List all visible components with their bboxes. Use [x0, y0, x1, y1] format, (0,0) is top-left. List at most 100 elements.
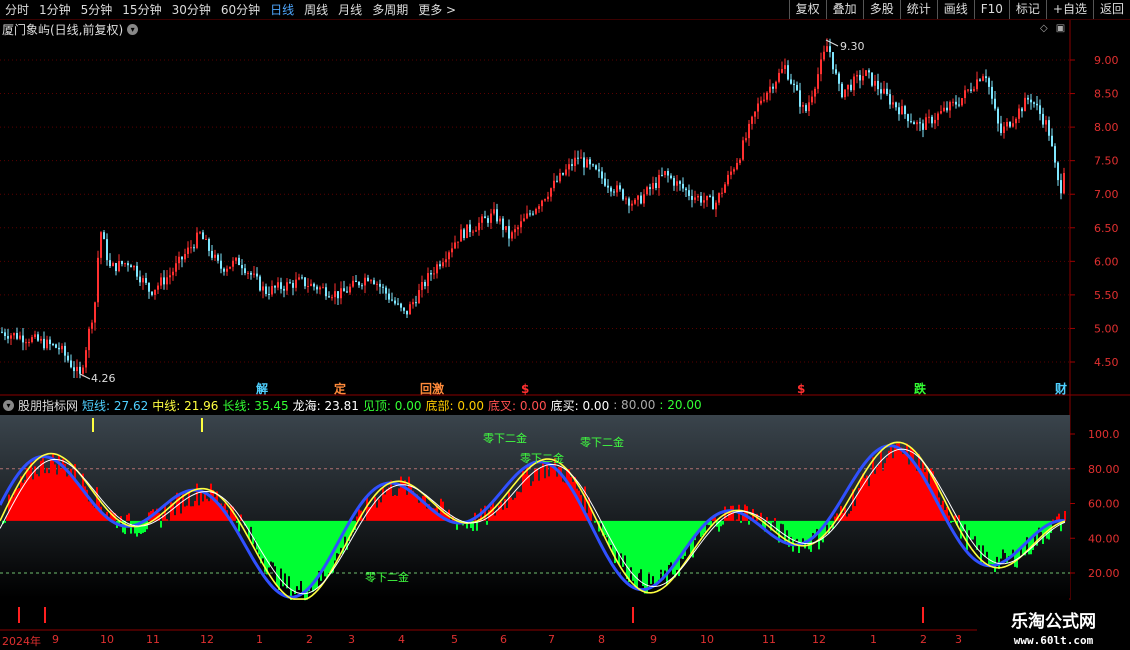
histogram-bar [558, 467, 560, 521]
histogram-bar [372, 505, 374, 521]
histogram-bar [42, 456, 44, 521]
candle-body [547, 196, 549, 200]
histogram-bar [882, 470, 884, 521]
histogram-bar [640, 520, 642, 570]
candle-body [991, 86, 993, 99]
histogram-bar [274, 520, 276, 567]
indicator-field-1: 中线: 21.96 [152, 398, 219, 413]
candle-body [592, 164, 594, 166]
histogram-bar [72, 476, 74, 521]
histogram-bar [94, 507, 96, 521]
candle-body [667, 171, 669, 176]
candle-body [550, 188, 552, 197]
histogram-bar [1024, 520, 1026, 556]
indicator-field-5: 底部: 0.00 [425, 398, 485, 413]
candle-body [802, 105, 804, 107]
candle-body [355, 280, 357, 282]
histogram-bar [670, 520, 672, 563]
candle-body [142, 278, 144, 283]
candle-body [733, 169, 735, 172]
candle-body [259, 276, 261, 291]
histogram-bar [976, 520, 978, 550]
candle-body [109, 260, 111, 267]
signal-2: 回激 [420, 381, 444, 396]
histogram-bar [736, 519, 738, 521]
candle-body [709, 195, 711, 197]
candle-body [691, 195, 693, 200]
histogram-bar [904, 451, 906, 521]
candle-body [553, 180, 555, 189]
histogram-bar [96, 487, 98, 521]
histogram-bar [914, 464, 916, 521]
candle-body [376, 283, 378, 285]
candle-body [985, 76, 987, 79]
candle-body [496, 209, 498, 222]
histogram-bar [766, 517, 768, 521]
histogram-bar [794, 520, 796, 541]
candle-body [835, 69, 837, 74]
chevron-down-icon[interactable]: ▾ [3, 399, 14, 411]
date-label-11: 7 [548, 633, 555, 646]
low-marker [79, 373, 91, 380]
histogram-bar [284, 520, 286, 574]
candle-body [946, 107, 948, 111]
candle-body [82, 367, 84, 374]
histogram-bar [180, 513, 182, 521]
indicator-field-8: : 80.00 [613, 398, 656, 412]
histogram-bar [674, 520, 676, 578]
histogram-bar [164, 505, 166, 521]
histogram-bar [568, 468, 570, 521]
histogram-bar [304, 520, 306, 601]
histogram-bar [376, 507, 378, 521]
candle-body [1006, 122, 1008, 127]
histogram-bar [916, 470, 918, 521]
candle-body [457, 241, 459, 243]
histogram-bar [236, 520, 238, 523]
candle-body [19, 335, 21, 339]
histogram-bar [576, 488, 578, 521]
histogram-bar [166, 519, 168, 521]
histogram-bar [8, 494, 10, 521]
histogram-bar [286, 520, 288, 589]
histogram-bar [30, 462, 32, 521]
candle-body [856, 74, 858, 77]
histogram-bar [980, 520, 982, 564]
candle-body [88, 328, 90, 351]
candle-body [706, 195, 708, 201]
price-tick-label-7: 5.50 [1094, 289, 1119, 302]
histogram-bar [318, 520, 320, 571]
candle-body [343, 288, 345, 292]
candle-body [637, 195, 639, 200]
histogram-bar [516, 491, 518, 521]
candle-body [121, 261, 123, 265]
candle-body [169, 275, 171, 278]
candle-body [601, 171, 603, 179]
histogram-bar [38, 476, 40, 521]
candle-body [499, 218, 501, 222]
candle-body [73, 367, 75, 372]
candle-body [757, 103, 759, 112]
date-label-4: 12 [200, 633, 214, 646]
histogram-bar [984, 520, 986, 557]
candle-body [772, 86, 774, 89]
histogram-bar [254, 520, 256, 540]
histogram-bar [974, 520, 976, 537]
candle-body [232, 260, 234, 267]
candle-body [682, 183, 684, 189]
watermark-url: www.60lt.com [1013, 634, 1094, 647]
histogram-bar [964, 520, 966, 525]
candle-body [256, 273, 258, 277]
candle-body [70, 360, 72, 368]
histogram-bar [174, 515, 176, 521]
histogram-bar [534, 468, 536, 521]
candle-body [466, 224, 468, 239]
price-tick-label-0: 9.00 [1094, 54, 1119, 67]
date-label-19: 3 [955, 633, 962, 646]
candle-body [298, 277, 300, 280]
histogram-bar [280, 520, 282, 569]
candle-body [277, 282, 279, 288]
candle-body [481, 216, 483, 223]
histogram-bar [26, 467, 28, 521]
candle-body [790, 79, 792, 84]
candle-body [595, 165, 597, 170]
